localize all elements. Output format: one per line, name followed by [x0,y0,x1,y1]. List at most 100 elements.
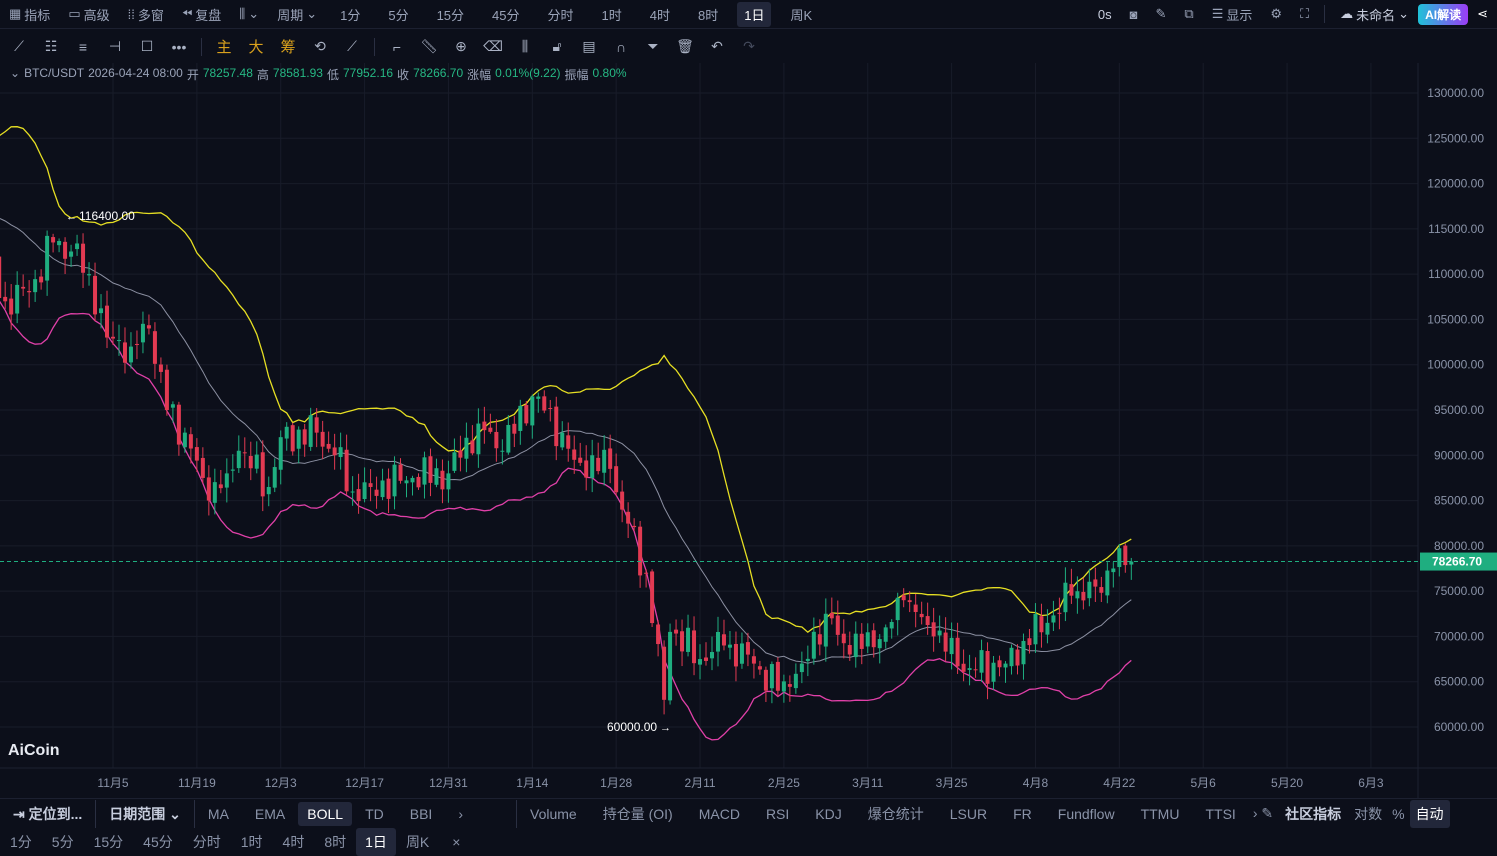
candle [392,456,397,510]
candle [404,476,409,498]
period-tab[interactable]: 1时 [593,2,631,27]
sub-indicator-tab[interactable]: RSI [753,806,802,822]
sub-indicator-tab[interactable]: MACD [686,806,753,822]
chip-button[interactable]: 筹 [272,36,304,57]
more-tools-icon[interactable]: ••• [163,39,195,55]
chart-type-dropdown[interactable]: ⫼ ⌄ [230,6,268,22]
scale-option[interactable]: 自动 [1409,799,1450,828]
horizontal-lines-icon[interactable]: ≡ [67,39,99,55]
candle-body [464,437,469,459]
candle [224,458,229,503]
price-chart[interactable]: 130000.00 125000.00 120000.00 115000.00 1100… [0,63,1497,798]
close-period-bar[interactable]: × [439,834,473,850]
candle [1087,568,1092,607]
bottom-period-tab[interactable]: 4时 [273,832,315,852]
period-tab[interactable]: 分时 [539,2,583,27]
brush-icon[interactable]: ⟋ [336,38,368,55]
main-indicator-tab[interactable]: BOLL [298,801,353,826]
scale-option[interactable]: 对数 [1349,804,1387,824]
undo-icon[interactable]: ↶ [701,38,733,55]
bottom-period-tab[interactable]: 分时 [183,832,231,852]
period-tab[interactable]: 1分 [331,2,369,27]
line-tool-icon[interactable]: ⟋ [3,38,35,55]
y-tick-label: 100000.00 [1427,358,1484,372]
period-tab[interactable]: 1日 [737,1,772,27]
sub-indicator-tab[interactable]: Volume [517,806,590,822]
display-button[interactable]: ☰ 显示 [1203,5,1262,24]
eraser-icon[interactable]: ⌫ [477,38,509,55]
fullscreen-icon[interactable]: ⛶ [1291,6,1318,22]
candle [787,675,792,702]
main-indicator-tab[interactable]: MA [195,806,242,822]
candle [302,423,307,457]
community-indicators[interactable]: 社区指标 [1277,804,1349,824]
big-order-button[interactable]: 大 [240,36,272,57]
scale-option[interactable]: % [1387,806,1409,822]
period-dropdown[interactable]: 周期 ⌄ [268,5,326,24]
horizontal-line-icon[interactable]: ⊣ [99,38,131,55]
bottom-period-tab[interactable]: 45分 [133,832,183,852]
bookmark-icon[interactable]: ⌐ [381,39,413,55]
sub-indicator-tab[interactable]: TTMU [1128,806,1193,822]
toolbar-rewind[interactable]: ⏪︎ 复盘 [173,5,230,24]
candle [206,465,211,516]
toolbar-window[interactable]: ▭ 高级 [59,5,118,24]
main-indicator-tab[interactable]: BBI [397,806,446,822]
bottom-period-tab[interactable]: 5分 [42,832,84,852]
parallel-channel-icon[interactable]: ☷ [35,38,67,55]
candle-body [823,613,828,647]
candle-body [692,630,697,664]
magnet-icon[interactable]: ∩ [605,39,637,55]
period-tab[interactable]: 4时 [641,2,679,27]
pencil-icon[interactable]: ✎ [1147,6,1176,22]
sync-icon[interactable]: ⟲ [304,38,336,55]
toolbar-chart[interactable]: ▦ 指标 [0,5,59,24]
collapse-icon[interactable]: ⌄ [10,66,20,83]
camera-icon[interactable]: ◙ [1121,7,1147,22]
candle-body [188,434,193,449]
main-force-button[interactable]: 主 [208,36,240,57]
toolbar-grid[interactable]: ⁞⁞ 多窗 [119,5,173,24]
rectangle-icon[interactable]: ☐ [131,38,163,55]
bottom-period-tab[interactable]: 8时 [314,832,356,852]
sub-indicator-tab[interactable]: FR [1000,806,1045,822]
redo-icon[interactable]: ↷ [733,38,765,55]
boll-mid-line [0,218,1132,664]
zoom-in-icon[interactable]: ⊕ [445,38,477,55]
candle-body [63,241,68,259]
bottom-period-tab[interactable]: 1日 [356,828,396,856]
sub-indicator-tab[interactable]: 爆仓统计 [855,804,937,824]
share-icon[interactable]: ⋖ [1468,6,1497,22]
date-range-dropdown[interactable]: 日期范围 ⌄ [96,804,194,824]
add-window-icon[interactable]: ⧉ [1175,6,1202,22]
main-indicator-tab[interactable]: EMA [242,806,298,822]
bottom-period-tab[interactable]: 1分 [0,832,42,852]
trash-icon[interactable]: 🗑︎ [669,38,701,55]
note-icon[interactable]: ▤ [573,38,605,55]
period-tab[interactable]: 周K [781,2,821,27]
period-tab[interactable]: 5分 [379,2,417,27]
ai-button[interactable]: AI解读 [1418,3,1469,25]
sub-indicator-tab[interactable]: LSUR [937,806,1000,822]
candles-tool-icon[interactable]: ⫼ [509,38,541,55]
period-tab[interactable]: 15分 [428,2,473,27]
sub-indicator-tab[interactable]: Fundflow [1045,806,1128,822]
bottom-period-tab[interactable]: 周K [396,832,439,852]
more-sub-indicators[interactable]: › ✎ [1249,805,1277,822]
sub-indicator-tab[interactable]: TTSI [1192,806,1248,822]
bottom-period-tab[interactable]: 1时 [231,832,273,852]
layout-dropdown[interactable]: ☁ 未命名 ⌄ [1331,5,1418,24]
more-main-indicators[interactable]: › [445,806,476,822]
settings-icon[interactable]: ⚙ [1261,6,1291,22]
filter-icon[interactable]: ⏷ [637,38,669,55]
main-indicator-tab[interactable]: TD [352,806,397,822]
candle-body [829,612,834,619]
ruler-icon[interactable]: 📏︎ [413,38,445,55]
bottom-period-tab[interactable]: 15分 [84,832,134,852]
lock-icon[interactable]: 🔓︎ [541,38,573,55]
period-tab[interactable]: 8时 [689,2,727,27]
sub-indicator-tab[interactable]: KDJ [802,806,854,822]
sub-indicator-tab[interactable]: 持仓量 (OI) [590,804,686,824]
period-tab[interactable]: 45分 [483,2,528,27]
locate-button[interactable]: ⇥ 定位到... [0,804,95,824]
